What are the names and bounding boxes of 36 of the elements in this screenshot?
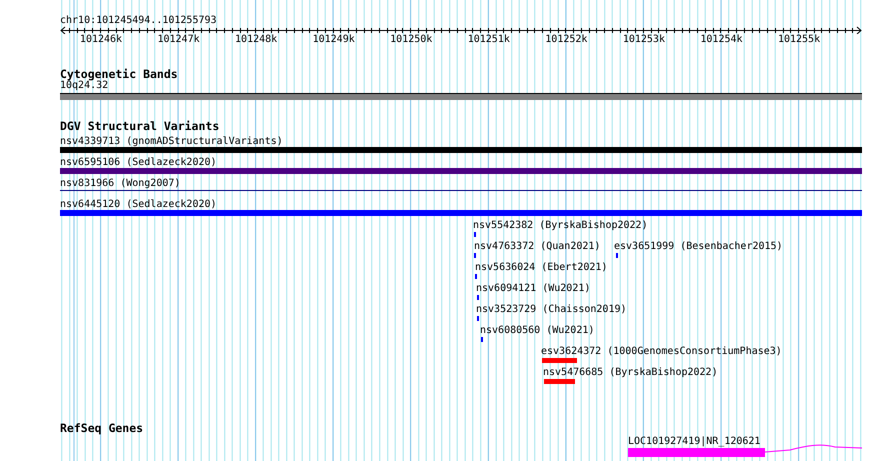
variant-label: nsv4763372 (Quan2021)	[474, 241, 600, 252]
tick-label: 101247k	[156, 34, 201, 45]
track-title: RefSeq Genes	[60, 422, 144, 434]
track-title: Cytogenetic Bands	[60, 68, 179, 80]
variant-bar[interactable]	[544, 379, 575, 384]
variant-label: nsv6595106 (Sedlazeck2020)	[60, 157, 218, 168]
track-title: DGV Structural Variants	[60, 120, 220, 132]
variant-label: nsv6445120 (Sedlazeck2020)	[60, 199, 218, 210]
tick-label: 101255k	[776, 34, 822, 45]
variant-label: nsv6094121 (Wu2021)	[476, 283, 590, 294]
gene-exon-bar[interactable]	[628, 448, 765, 457]
tick-label: 101253k	[622, 34, 666, 45]
tick-label: 101246k	[78, 34, 124, 45]
variant-bar[interactable]	[60, 168, 862, 174]
cytoband-bar[interactable]	[60, 93, 862, 100]
variant-bar[interactable]	[60, 147, 862, 153]
location-label: chr10:101245494..101255793	[60, 15, 218, 26]
band-label: 10q24.32	[60, 80, 108, 91]
tick-label: 101250k	[389, 34, 434, 45]
variant-bar[interactable]	[542, 358, 577, 363]
tick-label: 101251k	[466, 34, 511, 45]
variant-label: nsv6080560 (Wu2021)	[480, 325, 594, 336]
variant-label: nsv4339713 (gnomADStructuralVariants)	[60, 136, 284, 147]
variant-label: nsv5476685 (ByrskaBishop2022)	[543, 367, 718, 378]
tick-label: 101249k	[312, 34, 356, 45]
variant-bar[interactable]	[60, 210, 862, 216]
variant-label: esv3624372 (1000GenomesConsortiumPhase3)	[541, 346, 782, 357]
gene-label: LOC101927419|NR_120621	[628, 436, 760, 447]
tick-label: 101248k	[234, 34, 278, 45]
variant-label: nsv831966 (Wong2007)	[60, 178, 182, 189]
variant-label: esv3651999 (Besenbacher2015)	[614, 241, 783, 252]
variant-label: nsv5636024 (Ebert2021)	[475, 262, 608, 273]
tick-label: 101252k	[544, 34, 588, 45]
variant-label: nsv5542382 (ByrskaBishop2022)	[473, 220, 648, 231]
variant-label: nsv3523729 (Chaisson2019)	[476, 304, 627, 315]
tick-label: 101254k	[699, 34, 744, 45]
